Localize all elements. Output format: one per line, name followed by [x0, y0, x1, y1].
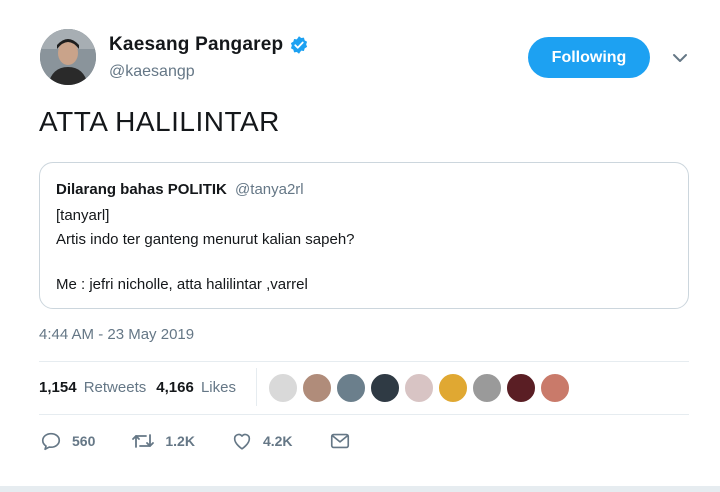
chevron-down-icon[interactable]	[671, 52, 689, 64]
divider	[39, 361, 689, 362]
retweets-label: Retweets	[83, 379, 147, 396]
retweet-count: 1.2K	[165, 433, 195, 449]
tweet-actions: 560 1.2K 4.2K	[40, 430, 397, 452]
quoted-tweet-line: [tanyarl]	[56, 207, 110, 224]
liker-avatar[interactable]	[438, 373, 468, 403]
likes-count: 4,166	[156, 379, 194, 396]
liker-avatar[interactable]	[302, 373, 332, 403]
quoted-tweet-line: Artis indo ter ganteng menurut kalian sa…	[56, 231, 355, 248]
quoted-tweet-header: Dilarang bahas POLITIK @tanya2rl	[56, 181, 304, 198]
following-button[interactable]: Following	[528, 37, 650, 78]
liker-avatar[interactable]	[506, 373, 536, 403]
likers-avatars	[268, 373, 574, 403]
message-icon	[330, 433, 349, 449]
reply-count: 560	[72, 433, 96, 449]
author-handle[interactable]: @kaesangp	[109, 63, 195, 81]
tweet-text: ATTA HALILINTAR	[39, 106, 280, 137]
retweet-icon	[132, 434, 155, 448]
quoted-tweet-line: Me : jefri nicholle, atta halilintar ,va…	[56, 276, 308, 293]
quoted-author-handle: @tanya2rl	[235, 181, 304, 198]
reply-icon	[41, 432, 61, 451]
likes-stat[interactable]: 4,166 Likes	[156, 379, 236, 396]
avatar[interactable]	[40, 29, 96, 85]
bottom-border	[0, 486, 720, 492]
tweet-stats: 1,154 Retweets 4,166 Likes	[39, 379, 236, 396]
stats-separator	[256, 368, 257, 406]
tweet-timestamp[interactable]: 4:44 AM - 23 May 2019	[39, 326, 194, 343]
liker-avatar[interactable]	[268, 373, 298, 403]
retweets-count: 1,154	[39, 379, 77, 396]
quoted-tweet[interactable]: Dilarang bahas POLITIK @tanya2rl [tanyar…	[39, 162, 689, 309]
likes-label: Likes	[200, 379, 236, 396]
reply-button[interactable]: 560	[40, 430, 95, 452]
tweet-card: Kaesang Pangarep @kaesangp Following ATT…	[0, 0, 720, 492]
verified-badge-icon	[291, 36, 308, 54]
quoted-author-name: Dilarang bahas POLITIK	[56, 181, 227, 198]
retweet-button[interactable]: 1.2K	[131, 430, 195, 452]
liker-avatar[interactable]	[370, 373, 400, 403]
liker-avatar[interactable]	[540, 373, 570, 403]
liker-avatar[interactable]	[472, 373, 502, 403]
like-button[interactable]: 4.2K	[231, 430, 293, 452]
author-display-name[interactable]: Kaesang Pangarep	[109, 34, 283, 56]
like-icon	[233, 433, 251, 450]
author-name-row: Kaesang Pangarep	[109, 34, 309, 56]
liker-avatar[interactable]	[336, 373, 366, 403]
divider	[39, 414, 689, 415]
liker-avatar[interactable]	[404, 373, 434, 403]
retweets-stat[interactable]: 1,154 Retweets	[39, 379, 146, 396]
direct-message-button[interactable]	[329, 430, 361, 452]
like-count: 4.2K	[262, 433, 293, 449]
